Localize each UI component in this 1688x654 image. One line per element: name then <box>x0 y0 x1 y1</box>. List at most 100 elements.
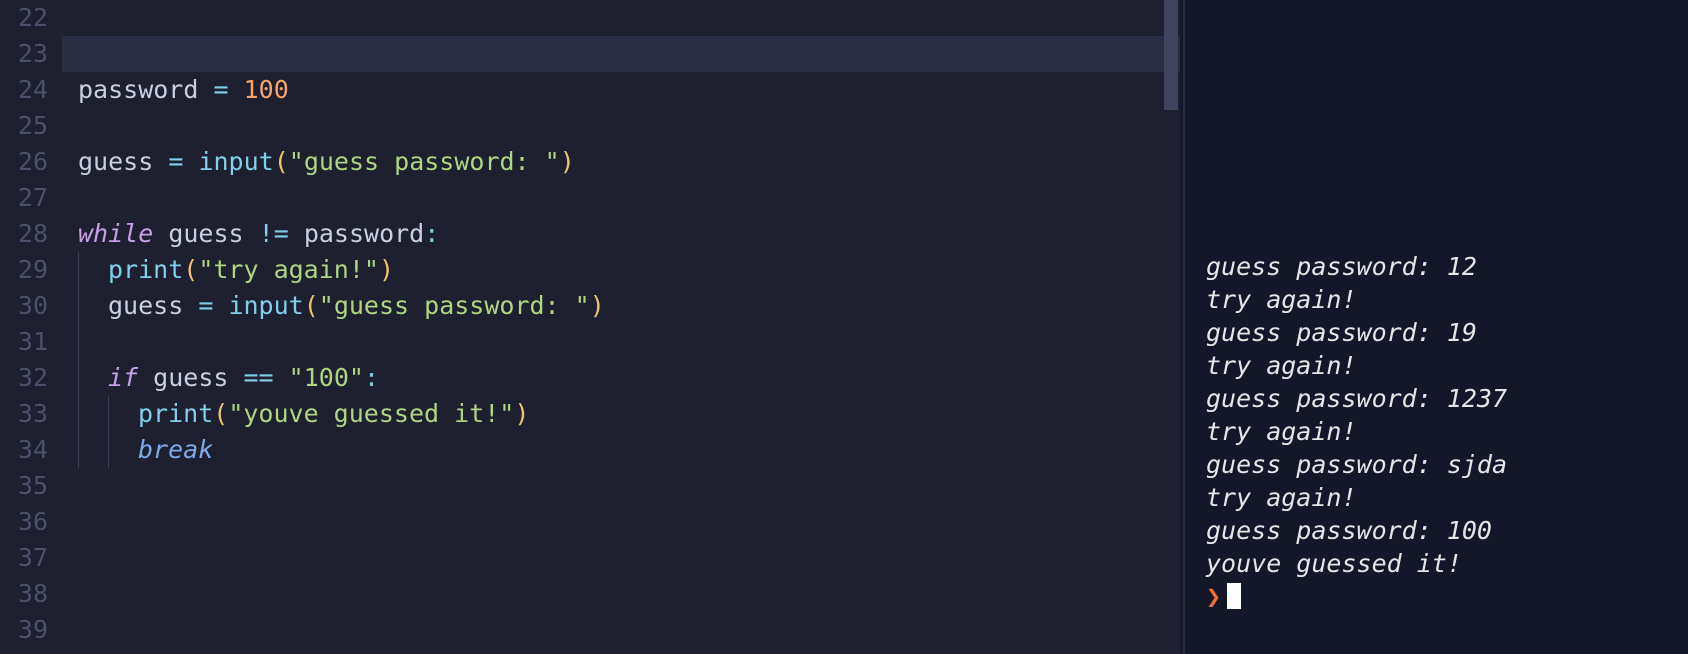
terminal-output-line: guess password: 100 <box>1206 514 1670 547</box>
terminal-output-line: try again! <box>1206 481 1670 514</box>
code-token: input <box>228 291 303 320</box>
code-token: guess <box>108 291 183 320</box>
code-line[interactable]: print("try again!") <box>62 252 1180 288</box>
indent-guide <box>108 432 138 468</box>
code-token: "guess password: " <box>289 147 560 176</box>
code-token: "try again!" <box>198 255 379 284</box>
code-line[interactable]: guess = input("guess password: ") <box>62 144 1180 180</box>
terminal-output-line: guess password: 19 <box>1206 316 1670 349</box>
terminal-output-line: guess password: 12 <box>1206 250 1670 283</box>
line-number: 37 <box>0 540 48 576</box>
code-token: ) <box>560 147 575 176</box>
indent-guide <box>78 252 108 288</box>
code-line[interactable] <box>62 612 1180 648</box>
editor-scrollbar-track[interactable] <box>1162 0 1180 654</box>
code-token: 100 <box>244 75 289 104</box>
code-token: if <box>108 363 138 392</box>
line-number: 36 <box>0 504 48 540</box>
code-token <box>229 75 244 104</box>
indent-guide <box>78 396 108 432</box>
code-line[interactable]: print("youve guessed it!") <box>62 396 1180 432</box>
terminal-output-line: youve guessed it! <box>1206 547 1670 580</box>
code-line[interactable]: guess = input("guess password: ") <box>62 288 1180 324</box>
code-token <box>274 363 289 392</box>
line-number: 24 <box>0 72 48 108</box>
line-number: 29 <box>0 252 48 288</box>
code-token: input <box>198 147 273 176</box>
editor-scrollbar-thumb[interactable] <box>1164 0 1178 110</box>
code-line[interactable] <box>62 540 1180 576</box>
terminal-output-line: try again! <box>1206 283 1670 316</box>
code-token: guess <box>78 147 153 176</box>
code-token: ( <box>183 255 198 284</box>
code-line[interactable]: while guess != password: <box>62 216 1180 252</box>
code-token: print <box>138 399 213 428</box>
line-number-gutter: 222324252627282930313233343536373839 <box>0 0 62 654</box>
pane-divider-line <box>1183 0 1185 654</box>
code-token: guess <box>153 363 228 392</box>
line-number: 39 <box>0 612 48 648</box>
code-line[interactable] <box>62 0 1180 36</box>
indent-guide <box>78 288 108 324</box>
code-token: password <box>78 75 198 104</box>
code-token: break <box>138 435 213 464</box>
code-token: ( <box>304 291 319 320</box>
line-number: 33 <box>0 396 48 432</box>
line-number: 30 <box>0 288 48 324</box>
indent-guide <box>108 396 138 432</box>
terminal-output-line: guess password: sjda <box>1206 448 1670 481</box>
line-number: 23 <box>0 36 48 72</box>
terminal-output-line: guess password: 1237 <box>1206 382 1670 415</box>
terminal-output-line: try again! <box>1206 349 1670 382</box>
code-line[interactable]: if guess == "100": <box>62 360 1180 396</box>
code-line[interactable] <box>62 576 1180 612</box>
root: 222324252627282930313233343536373839 pas… <box>0 0 1688 654</box>
indent-guide <box>78 432 108 468</box>
line-number: 32 <box>0 360 48 396</box>
code-line[interactable]: break <box>62 432 1180 468</box>
terminal-pane[interactable]: guess password: 12try again!guess passwo… <box>1188 0 1688 654</box>
code-token: = <box>198 291 213 320</box>
code-token: guess <box>168 219 243 248</box>
line-number: 28 <box>0 216 48 252</box>
line-number: 26 <box>0 144 48 180</box>
code-token: ( <box>274 147 289 176</box>
code-token: ) <box>590 291 605 320</box>
code-token <box>183 147 198 176</box>
code-line[interactable] <box>62 36 1180 72</box>
line-number: 31 <box>0 324 48 360</box>
code-token: = <box>168 147 183 176</box>
terminal-prompt-line[interactable]: ❯ <box>1206 580 1670 613</box>
code-token: print <box>108 255 183 284</box>
code-line[interactable] <box>62 504 1180 540</box>
code-token: ) <box>514 399 529 428</box>
code-area[interactable]: password = 100guess = input("guess passw… <box>62 0 1180 654</box>
code-token <box>198 75 213 104</box>
code-token <box>138 363 153 392</box>
code-line[interactable]: password = 100 <box>62 72 1180 108</box>
code-line[interactable] <box>62 180 1180 216</box>
pane-divider[interactable] <box>1180 0 1188 654</box>
code-token <box>183 291 198 320</box>
line-number: 34 <box>0 432 48 468</box>
code-token: ( <box>213 399 228 428</box>
code-token: : <box>424 219 439 248</box>
code-token: == <box>244 363 274 392</box>
code-token: != <box>259 219 289 248</box>
line-number: 38 <box>0 576 48 612</box>
code-token: : <box>364 363 379 392</box>
code-token: "youve guessed it!" <box>228 399 514 428</box>
code-token <box>153 219 168 248</box>
editor-pane[interactable]: 222324252627282930313233343536373839 pas… <box>0 0 1180 654</box>
code-token: "100" <box>289 363 364 392</box>
code-line[interactable] <box>62 468 1180 504</box>
line-number: 35 <box>0 468 48 504</box>
code-line[interactable] <box>62 108 1180 144</box>
code-token <box>153 147 168 176</box>
code-line[interactable] <box>62 324 1180 360</box>
terminal-cursor <box>1227 583 1241 609</box>
code-token <box>213 291 228 320</box>
line-number: 25 <box>0 108 48 144</box>
line-number: 22 <box>0 0 48 36</box>
code-token <box>244 219 259 248</box>
